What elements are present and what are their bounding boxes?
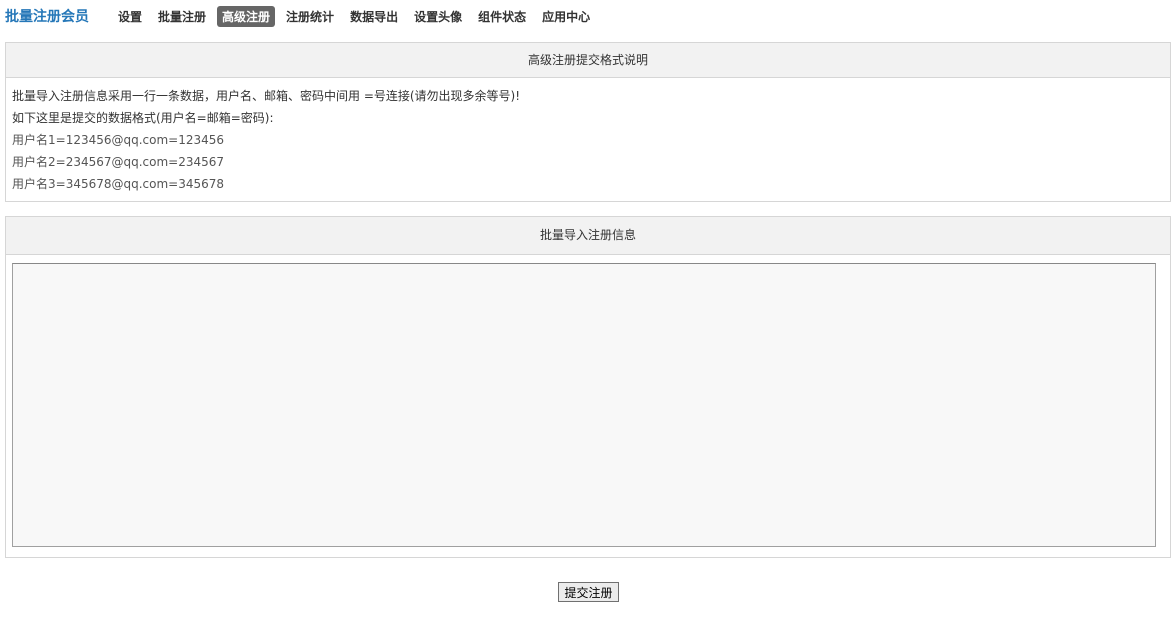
- submit-register-button[interactable]: 提交注册: [558, 582, 619, 602]
- import-panel-title: 批量导入注册信息: [6, 217, 1170, 255]
- nav-register-stats[interactable]: 注册统计: [281, 6, 339, 27]
- format-example-line: 用户名2=234567@qq.com=234567: [12, 155, 225, 169]
- format-instructions-body: 批量导入注册信息采用一行一条数据，用户名、邮箱、密码中间用 =号连接(请勿出现多…: [6, 78, 1170, 202]
- nav-data-export[interactable]: 数据导出: [345, 6, 403, 27]
- format-example-line: 用户名1=123456@qq.com=123456: [12, 133, 225, 147]
- format-panel-title: 高级注册提交格式说明: [6, 43, 1170, 78]
- nav-app-center[interactable]: 应用中心: [537, 6, 595, 27]
- brand-title[interactable]: 批量注册会员: [5, 6, 89, 26]
- format-example-line: 用户名3=345678@qq.com=345678: [12, 177, 225, 191]
- format-rule-text: 批量导入注册信息采用一行一条数据，用户名、邮箱、密码中间用 =号连接(请勿出现多…: [12, 89, 521, 103]
- format-example-heading: 如下这里是提交的数据格式(用户名=邮箱=密码):: [12, 111, 274, 125]
- nav-component-status[interactable]: 组件状态: [473, 6, 531, 27]
- format-instructions-panel: 高级注册提交格式说明 批量导入注册信息采用一行一条数据，用户名、邮箱、密码中间用…: [5, 42, 1171, 202]
- nav-set-avatar[interactable]: 设置头像: [409, 6, 467, 27]
- top-nav: 批量注册会员 设置 批量注册 高级注册 注册统计 数据导出 设置头像 组件状态 …: [0, 0, 1176, 32]
- nav-batch-register[interactable]: 批量注册: [153, 6, 211, 27]
- import-data-textarea[interactable]: [12, 263, 1156, 547]
- nav-settings[interactable]: 设置: [113, 6, 147, 27]
- nav-advanced-register[interactable]: 高级注册: [217, 5, 276, 27]
- batch-import-panel: 批量导入注册信息: [5, 216, 1171, 558]
